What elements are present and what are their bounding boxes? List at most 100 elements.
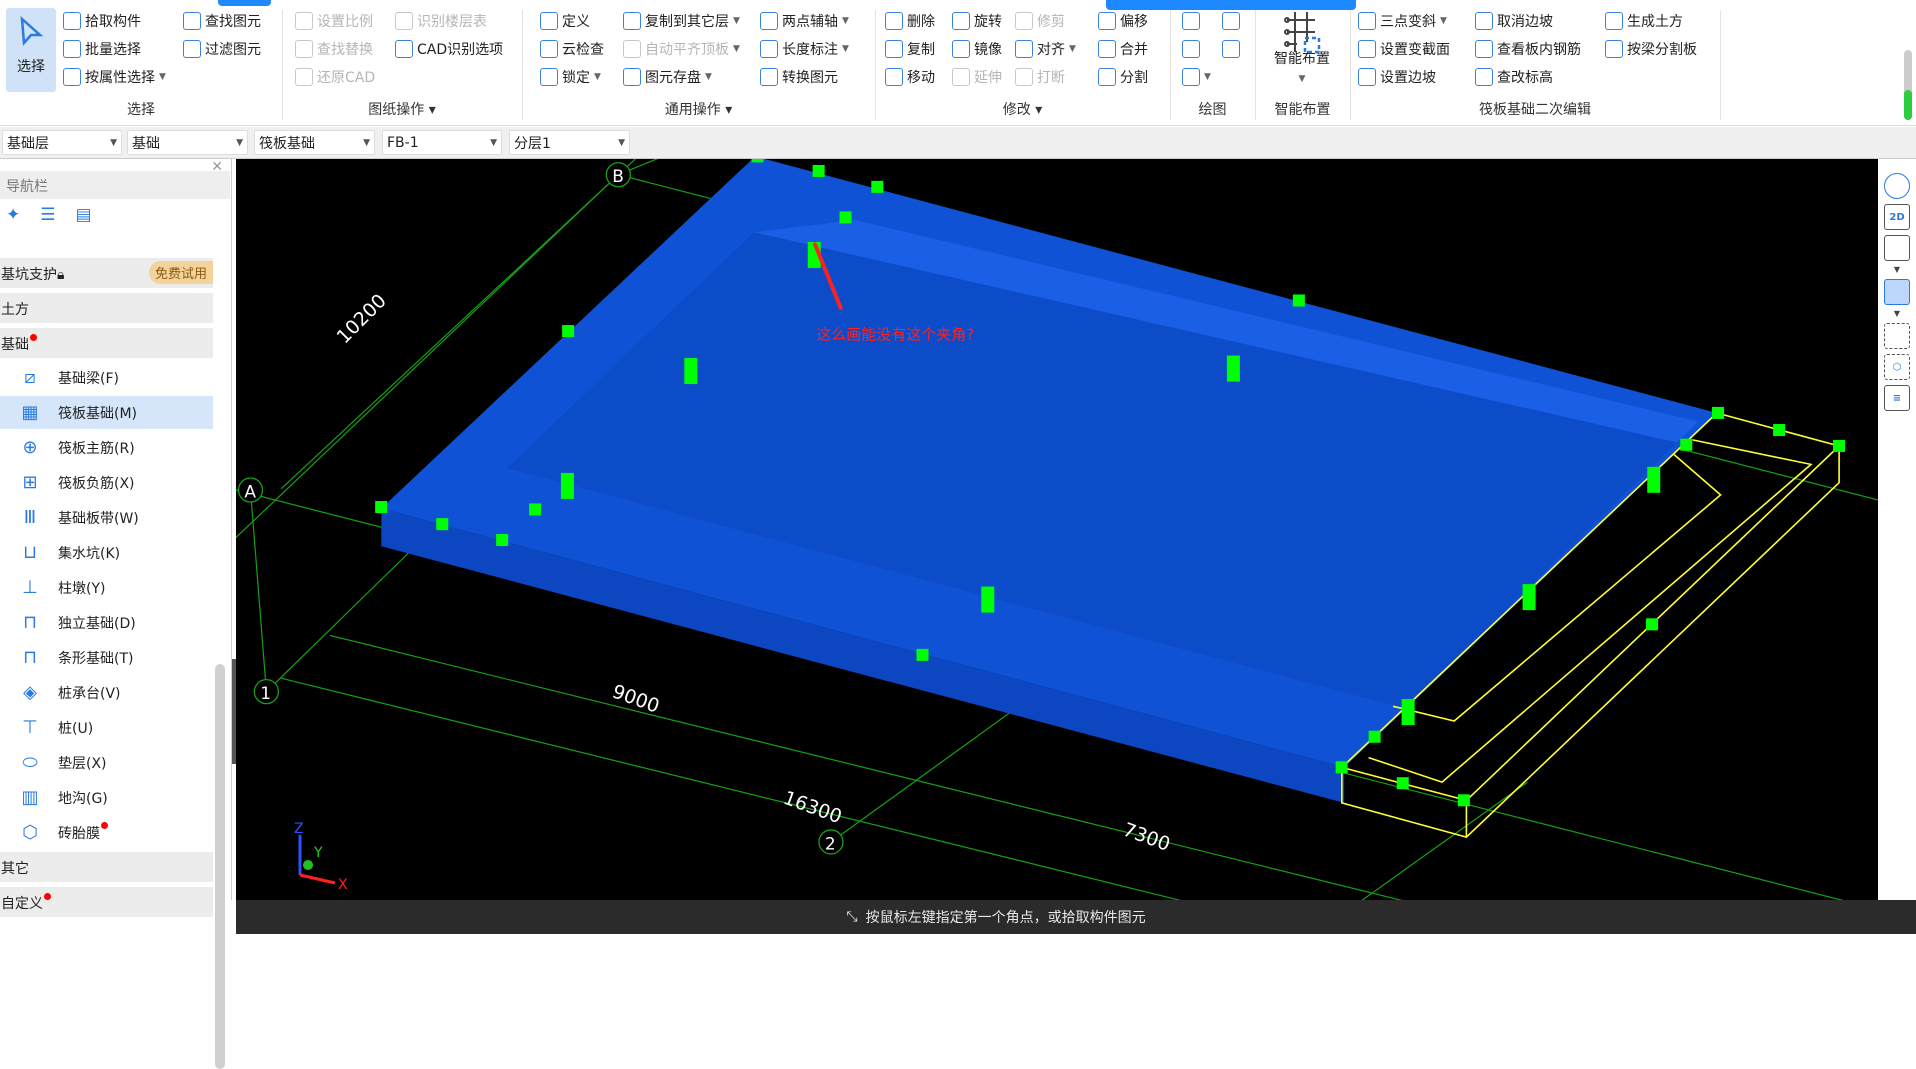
extend-button[interactable]: 延伸 [952,65,1002,89]
filter-select[interactable]: 分层1 ▼ [509,130,630,155]
grip-handle [1712,406,1725,419]
nav-item[interactable]: ⊤ 桩(U) [0,711,213,744]
ribbon-scrollbar[interactable] [1904,50,1912,120]
line-button[interactable] [1182,37,1200,61]
active-tab-indicator[interactable] [218,0,271,6]
find-button[interactable]: 查找图元 [183,9,261,33]
nav-item[interactable]: ⊕ 筏板主筋(R) [0,431,213,464]
nav-item[interactable]: ⊞ 筏板负筋(X) [0,466,213,499]
rotate-button[interactable]: 旋转 [952,9,1002,33]
sidebar-scrollbar[interactable] [215,664,225,1069]
filter-select[interactable]: FB-1 ▼ [382,130,502,155]
save-element-button[interactable]: 图元存盘 ▼ [623,65,712,89]
elevation-button[interactable]: 查改标高 [1475,65,1553,89]
3d-scene[interactable]: 这么画能没有这个夹角?AB123102009000163007300XYZ [236,159,1878,900]
nav-item[interactable]: ⊔ 集水坑(K) [0,536,213,569]
copy-button[interactable]: 复制 [885,37,935,61]
category-bottom-1[interactable]: 自定义 [0,887,213,917]
filter-select[interactable]: 基础层 ▼ [2,130,122,155]
caret-down-icon: ▼ [1069,44,1076,54]
select-button[interactable]: 选择 [6,8,56,92]
list-icon[interactable]: ☰ [40,205,55,225]
move-button[interactable]: 移动 [885,65,935,89]
align-button[interactable]: 对齐 ▼ [1015,37,1076,61]
three-point-slope-button[interactable]: 三点变斜 ▼ [1358,9,1447,33]
split-button[interactable]: 分割 [1098,65,1148,89]
category-bottom-0[interactable]: 其它 [0,852,213,882]
view-rebar-button[interactable]: 查看板内钢筋 [1475,37,1581,61]
category-2[interactable]: 基础 [0,328,213,358]
offset-button[interactable]: 偏移 [1098,9,1148,33]
free-trial-badge[interactable]: 免费试用 [148,261,213,284]
restore-cad-button[interactable]: 还原CAD [295,65,375,89]
form-icon[interactable]: ▤ [76,205,92,225]
filter-select[interactable]: 筏板基础 ▼ [254,130,375,155]
batch-select-button[interactable]: 批量选择 [63,37,141,61]
merge-button[interactable]: 合并 [1098,37,1148,61]
trim-button[interactable]: 修剪 [1015,9,1065,33]
button-label: CAD识别选项 [417,42,504,58]
foundation-strip-icon: Ⅲ [23,507,37,528]
sparkle-icon[interactable]: ✦ [6,205,20,225]
button-label: 批量选择 [85,42,141,58]
category-1[interactable]: 土方 [0,293,213,323]
point-button[interactable] [1182,9,1200,33]
caret-down-icon[interactable]: ▼ [1894,310,1900,318]
2d-view-icon[interactable]: 2D [1884,204,1910,230]
smart-layout-button[interactable]: 智能布置 ▼ [1262,8,1342,92]
properties-view-icon[interactable]: ≡ [1884,385,1910,411]
break-button[interactable]: 打断 [1015,65,1065,89]
lock-button[interactable]: 锁定 ▼ [540,65,601,89]
split-by-beam-button[interactable]: 按梁分割板 [1605,37,1697,61]
arc-button[interactable]: ▼ [1182,65,1211,89]
variable-section-button[interactable]: 设置变截面 [1358,37,1450,61]
nav-item[interactable]: ⧄ 基础梁(F) [0,361,213,394]
category-0[interactable]: 基坑支护🔒︎ 免费试用 [0,258,213,288]
fit-view-icon[interactable]: ⬡ [1884,354,1910,380]
filter-select[interactable]: 基础 ▼ [127,130,248,155]
nav-item[interactable]: ⊓ 独立基础(D) [0,606,213,639]
3d-solid-icon[interactable] [1884,279,1910,305]
nav-item[interactable]: Ⅲ 基础板带(W) [0,501,213,534]
cloud-check-button[interactable]: 云检查 [540,37,604,61]
set-slope-icon [1358,68,1376,86]
aux-axis-button[interactable]: 两点辅轴 ▼ [760,9,849,33]
earthwork-button[interactable]: 生成土方 [1605,9,1683,33]
axis-label: 1 [260,684,271,704]
filter-button[interactable]: 过滤图元 [183,37,261,61]
attr-select-button[interactable]: 按属性选择 ▼ [63,65,166,89]
align-top-button[interactable]: 自动平齐顶板 ▼ [623,37,740,61]
delete-button[interactable]: 删除 [885,9,935,33]
mirror-button[interactable]: 镜像 [952,37,1002,61]
nav-item-label: 集水坑(K) [58,545,121,562]
nav-item[interactable]: ▥ 地沟(G) [0,781,213,814]
nav-item[interactable]: ◈ 桩承台(V) [0,676,213,709]
cad-options-button[interactable]: CAD识别选项 [395,37,503,61]
rect-button[interactable] [1222,37,1240,61]
floor-table-button[interactable]: 识别楼层表 [395,9,487,33]
define-button[interactable]: 定义 [540,9,590,33]
nav-item[interactable]: ⊓ 条形基础(T) [0,641,213,674]
nav-item[interactable]: ▦ 筏板基础(M) [0,396,213,429]
nav-item[interactable]: ⊥ 柱墩(Y) [0,571,213,604]
scale-button[interactable]: 设置比例 [295,9,373,33]
3d-wire-icon[interactable] [1884,235,1910,261]
caret-down-icon[interactable]: ▼ [1894,266,1900,274]
nav-item[interactable]: ⬡ 砖胎膜 [0,816,213,849]
set-slope-button[interactable]: 设置边坡 [1358,65,1436,89]
grip-handle-midpoint [1522,584,1536,611]
replace-button[interactable]: 查找替换 [295,37,373,61]
orbit-icon[interactable] [1884,173,1910,199]
nav-item[interactable]: ⬭ 垫层(X) [0,746,213,779]
cancel-slope-button[interactable]: 取消边坡 [1475,9,1553,33]
nav-item-label: 条形基础(T) [58,650,134,667]
copy-layer-button[interactable]: 复制到其它层 ▼ [623,9,740,33]
pick-button[interactable]: 拾取构件 [63,9,141,33]
dimension-button[interactable]: 长度标注 ▼ [760,37,849,61]
nav-item-label: 独立基础(D) [58,615,136,632]
fullscreen-icon[interactable] [1884,323,1910,349]
delete-icon [885,12,903,30]
circle-button[interactable] [1222,9,1240,33]
3d-viewport[interactable]: 这么画能没有这个夹角?AB123102009000163007300XYZ [236,159,1878,900]
convert-button[interactable]: 转换图元 [760,65,838,89]
